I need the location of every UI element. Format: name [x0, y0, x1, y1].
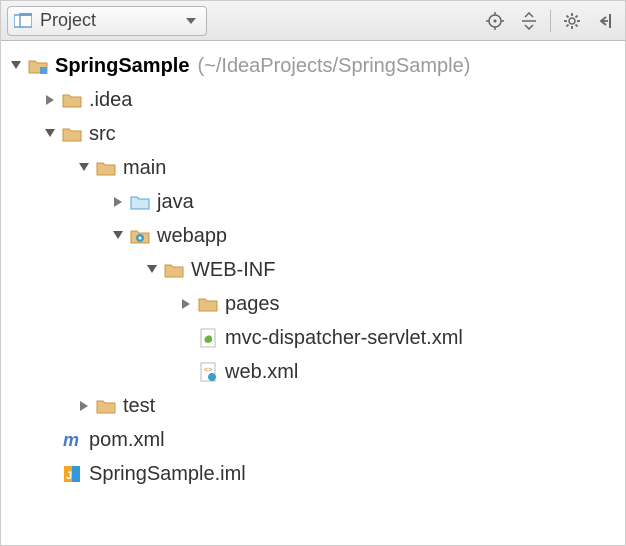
expand-arrow-icon[interactable] — [73, 157, 95, 179]
node-label: mvc-dispatcher-servlet.xml — [225, 319, 463, 357]
tree-node[interactable]: main — [5, 151, 621, 185]
node-label: src — [89, 115, 116, 153]
folder-icon — [163, 259, 185, 281]
svg-text:<>: <> — [204, 367, 212, 374]
tree-node[interactable]: test — [5, 389, 621, 423]
hide-icon — [597, 12, 615, 30]
collapse-arrow-icon[interactable] — [107, 191, 129, 213]
node-label: SpringSample — [55, 47, 189, 85]
tree-node[interactable]: <> web.xml — [5, 355, 621, 389]
tree-node[interactable]: mvc-dispatcher-servlet.xml — [5, 321, 621, 355]
collapse-all-button[interactable] — [516, 8, 542, 34]
node-label: WEB-INF — [191, 251, 275, 289]
tree-node[interactable]: src — [5, 117, 621, 151]
folder-icon — [95, 157, 117, 179]
tree-node[interactable]: J SpringSample.iml — [5, 457, 621, 491]
folder-icon — [197, 293, 219, 315]
collapse-arrow-icon[interactable] — [39, 89, 61, 111]
locate-target-button[interactable] — [482, 8, 508, 34]
svg-text:J: J — [66, 470, 72, 482]
node-label: java — [157, 183, 194, 221]
tree-node-root[interactable]: SpringSample (~/IdeaProjects/SpringSampl… — [5, 49, 621, 83]
hide-button[interactable] — [593, 8, 619, 34]
node-label: web.xml — [225, 353, 298, 391]
tree-node[interactable]: pages — [5, 287, 621, 321]
project-window-icon — [14, 13, 32, 29]
spring-config-file-icon — [197, 327, 219, 349]
tree-node[interactable]: webapp — [5, 219, 621, 253]
gear-icon — [563, 12, 581, 30]
collapse-arrow-icon[interactable] — [73, 395, 95, 417]
target-icon — [486, 12, 504, 30]
folder-icon — [61, 123, 83, 145]
node-label: main — [123, 149, 166, 187]
expand-arrow-icon[interactable] — [5, 55, 27, 77]
settings-button[interactable] — [559, 8, 585, 34]
expand-arrow-icon[interactable] — [107, 225, 129, 247]
xml-web-file-icon: <> — [197, 361, 219, 383]
chevron-down-icon — [186, 18, 196, 24]
node-label: SpringSample.iml — [89, 455, 246, 493]
maven-file-icon: m — [61, 429, 83, 451]
tree-node[interactable]: m pom.xml — [5, 423, 621, 457]
node-path-hint: (~/IdeaProjects/SpringSample) — [197, 47, 470, 85]
tree-node[interactable]: WEB-INF — [5, 253, 621, 287]
svg-text:m: m — [63, 431, 79, 449]
node-label: test — [123, 387, 155, 425]
expand-arrow-icon[interactable] — [141, 259, 163, 281]
node-label: pages — [225, 285, 280, 323]
tool-window-toolbar: Project — [1, 1, 625, 41]
collapse-icon — [520, 12, 538, 30]
project-tree[interactable]: SpringSample (~/IdeaProjects/SpringSampl… — [1, 41, 625, 499]
toolbar-divider — [550, 10, 551, 32]
source-folder-icon — [129, 191, 151, 213]
collapse-arrow-icon[interactable] — [175, 293, 197, 315]
project-view-dropdown[interactable]: Project — [7, 6, 207, 36]
expand-arrow-icon[interactable] — [39, 123, 61, 145]
folder-icon — [61, 89, 83, 111]
node-label: webapp — [157, 217, 227, 255]
node-label: .idea — [89, 81, 132, 119]
node-label: pom.xml — [89, 421, 165, 459]
module-folder-icon — [27, 55, 49, 77]
web-folder-icon — [129, 225, 151, 247]
tree-node[interactable]: java — [5, 185, 621, 219]
idea-module-file-icon: J — [61, 463, 83, 485]
tree-node[interactable]: .idea — [5, 83, 621, 117]
project-view-label: Project — [40, 10, 96, 31]
folder-icon — [95, 395, 117, 417]
